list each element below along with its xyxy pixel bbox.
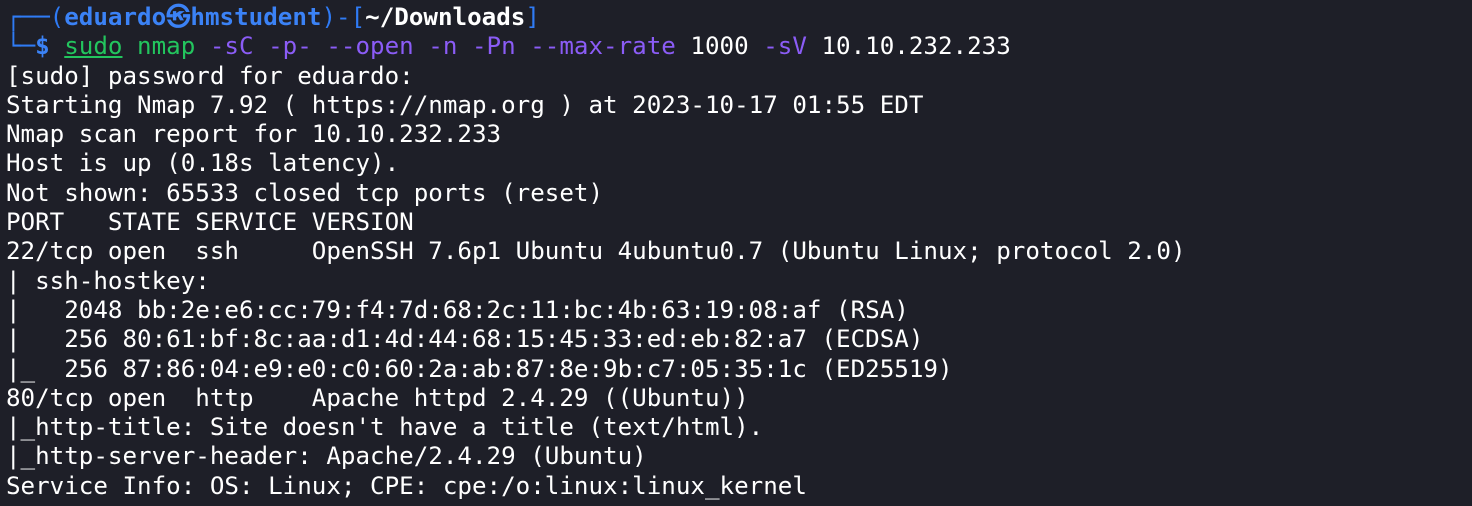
output-line: 22/tcp open ssh OpenSSH 7.6p1 Ubuntu 4ub… — [6, 237, 1186, 266]
output-line: | 2048 bb:2e:e6:cc:79:f4:7d:68:2c:11:bc:… — [6, 295, 909, 324]
output-line: |_ 256 87:86:04:e9:e0:c0:60:2a:ab:87:8e:… — [6, 354, 953, 383]
output-line: Service Info: OS: Linux; CPE: cpe:/o:lin… — [6, 471, 807, 500]
prompt-user: eduardo — [64, 3, 167, 31]
prompt-dollar: $ — [35, 32, 65, 61]
output-line: PORT STATE SERVICE VERSION — [6, 208, 414, 237]
output-line: Starting Nmap 7.92 ( https://nmap.org ) … — [6, 90, 924, 119]
command-rate: 1000 — [675, 32, 749, 61]
prompt-host: hmstudent — [190, 3, 322, 31]
output-line: [sudo] password for eduardo: — [6, 61, 414, 90]
output-line: |_http-title: Site doesn't have a title … — [6, 413, 764, 442]
command-option-sv: -sV — [748, 32, 807, 61]
command-sudo: sudo — [64, 32, 123, 61]
output-line: Nmap scan report for 10.10.232.233 — [6, 120, 502, 149]
prompt-corner-top: ┌──( — [6, 3, 65, 31]
command-options: -sC -p- --open -n -Pn --max-rate — [195, 32, 676, 61]
prompt-at-icon: ㉿ — [166, 3, 191, 31]
command-target: 10.10.232.233 — [806, 32, 1011, 61]
output-line: 80/tcp open http Apache httpd 2.4.29 ((U… — [6, 383, 749, 412]
output-line: |_http-server-header: Apache/2.4.29 (Ubu… — [6, 442, 647, 471]
output-line: Not shown: 65533 closed tcp ports (reset… — [6, 178, 604, 207]
prompt-separator: )-[ — [321, 3, 366, 31]
terminal-window[interactable]: ┌──(eduardo㉿hmstudent)-[~/Downloads] └─$… — [0, 0, 1472, 506]
output-line: | 256 80:61:bf:8c:aa:d1:4d:44:68:15:45:3… — [6, 325, 924, 354]
output-line: | ssh-hostkey: — [6, 266, 210, 295]
command-line: └─$ sudo nmap -sC -p- --open -n -Pn --ma… — [6, 32, 1472, 61]
prompt-corner-bottom: └─ — [6, 32, 36, 61]
prompt-cwd: ~/Downloads — [365, 3, 526, 31]
output-line: Host is up (0.18s latency). — [6, 149, 400, 178]
command-nmap: nmap — [122, 32, 196, 61]
prompt-line-top: ┌──(eduardo㉿hmstudent)-[~/Downloads] — [6, 3, 1472, 32]
prompt-close: ] — [525, 3, 540, 31]
